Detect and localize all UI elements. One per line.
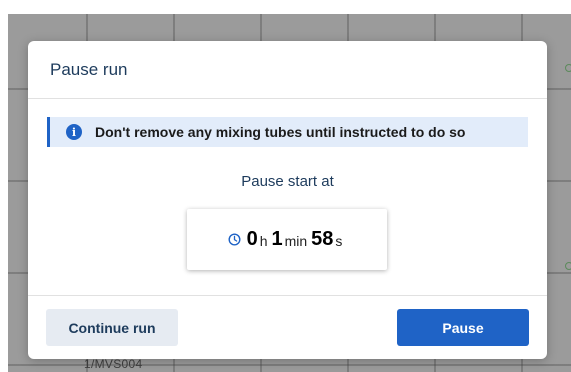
timer-hours-unit: h	[259, 232, 268, 249]
background-cell-label: 1/MVS004	[84, 357, 143, 371]
pause-start-label: Pause start at	[241, 173, 334, 190]
dialog-header: Pause run	[28, 41, 547, 99]
info-banner: i Don't remove any mixing tubes until in…	[47, 117, 528, 147]
info-banner-text: Don't remove any mixing tubes until inst…	[95, 124, 466, 140]
clock-icon	[228, 233, 241, 246]
info-icon: i	[66, 124, 82, 140]
timer-seconds-unit: s	[335, 232, 343, 249]
timer-hours: 0	[246, 228, 258, 250]
background-status-dot	[565, 64, 571, 72]
timer-minutes-unit: min	[284, 232, 308, 249]
dialog-footer: Continue run Pause	[28, 295, 547, 359]
pause-timer: 0 h 1 min 58 s	[187, 209, 387, 270]
timer-seconds: 58	[311, 228, 334, 250]
timer-minutes: 1	[271, 228, 283, 250]
dialog-title: Pause run	[50, 59, 128, 79]
background-status-dot	[565, 262, 571, 270]
pause-button[interactable]: Pause	[397, 309, 529, 346]
pause-run-dialog: Pause run i Don't remove any mixing tube…	[28, 41, 547, 359]
continue-run-button[interactable]: Continue run	[46, 309, 178, 346]
